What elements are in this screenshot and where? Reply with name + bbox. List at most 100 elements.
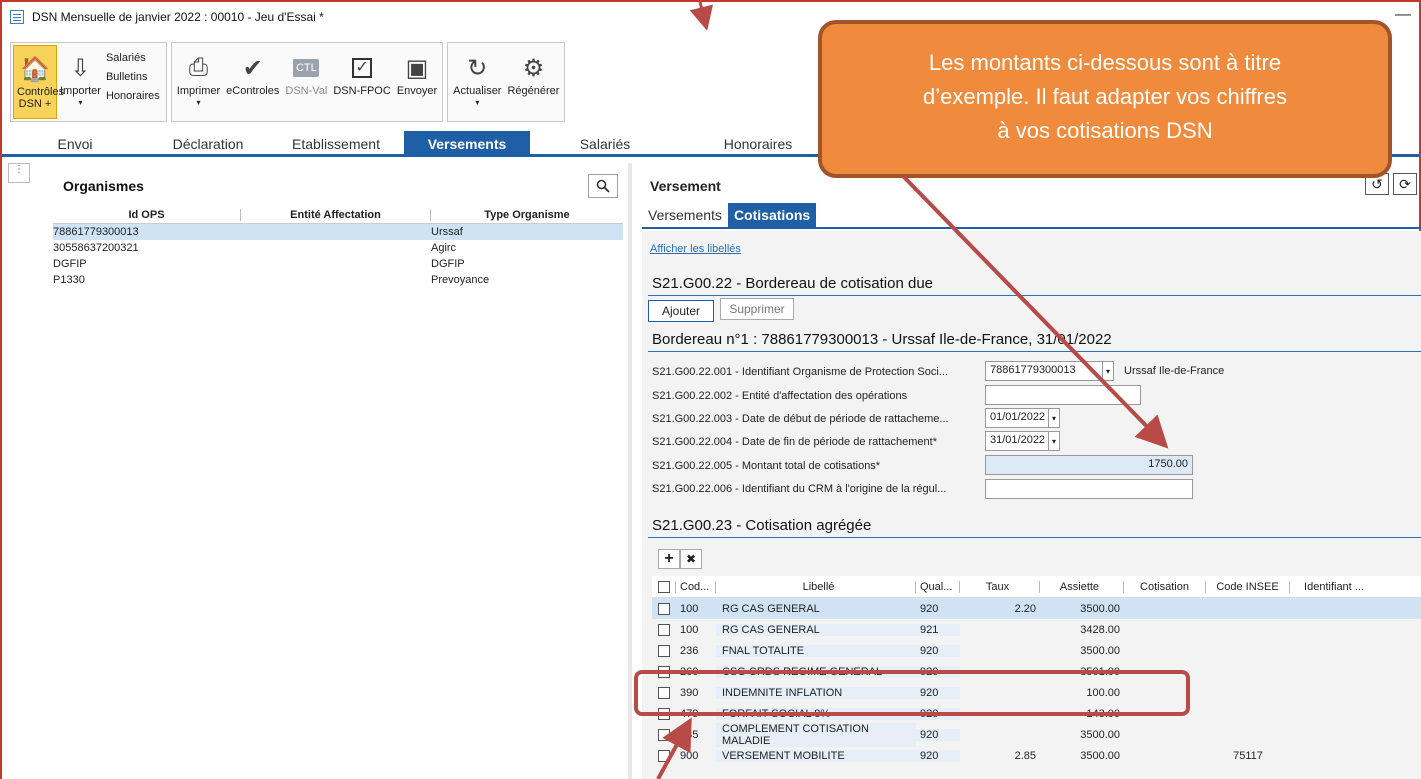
chevron-down-icon: ▾ [196, 98, 201, 107]
imprimer-button[interactable]: ⎙ Imprimer ▾ [174, 45, 223, 111]
callout-line: d’exemple. Il faut adapter vos chiffres [922, 84, 1287, 109]
table-cell: 2.20 [1014, 602, 1036, 615]
row-checkbox[interactable] [658, 749, 670, 762]
sublist-bulletins[interactable]: Bulletins [106, 68, 160, 87]
table-row[interactable]: 100 RG CAS GENERAL 920 2.20 3500.00 [652, 598, 1421, 619]
chevron-down-icon[interactable]: ▾ [1102, 361, 1114, 381]
printer-icon: ⎙ [188, 54, 209, 81]
table-row[interactable]: 78861779300013 Urssaf [53, 224, 623, 240]
table-cell: VERSEMENT MOBILITE [716, 749, 916, 762]
ribbon-group-actions: ⎙ Imprimer ▾ ✔ eControles CTL DSN-Val ✓ … [170, 42, 444, 122]
afficher-libelles-link[interactable]: Afficher les libellés [650, 243, 741, 255]
gear-icon: ⚙ [522, 54, 545, 82]
callout-line: à vos cotisations DSN [997, 118, 1213, 143]
tab-honoraires[interactable]: Honoraires [680, 131, 836, 154]
tab-versements-sub[interactable]: Versements [642, 203, 728, 227]
row-checkbox[interactable] [658, 728, 670, 741]
row-checkbox[interactable] [658, 623, 670, 636]
tab-salaries[interactable]: Salariés [530, 131, 680, 154]
send-icon: ▣ [405, 54, 429, 82]
divider [648, 537, 1421, 538]
search-icon [596, 179, 610, 193]
chevron-down-icon[interactable]: ▾ [1048, 408, 1060, 428]
table-cell: COMPLEMENT COTISATION MALADIE [716, 722, 916, 747]
sublist-salaries[interactable]: Salariés [106, 49, 160, 68]
date-fin-field[interactable]: 31/01/2022 [985, 431, 1049, 451]
table-row[interactable]: 635 COMPLEMENT COTISATION MALADIE 920 3500.… [652, 722, 1421, 747]
search-button[interactable] [588, 174, 618, 198]
ajouter-button[interactable]: Ajouter [648, 300, 714, 322]
column-header[interactable]: Libellé [716, 580, 916, 593]
column-header[interactable]: Cotisation [1124, 580, 1206, 593]
ribbon: 🏠 Contrôles DSN + ⇩ Importer ▾ Salariés … [10, 42, 569, 122]
minimize-icon[interactable]: — [1395, 6, 1411, 24]
dsn-fpoc-button[interactable]: ✓ DSN-FPOC [330, 45, 393, 99]
delete-row-button[interactable]: ✖ [680, 549, 702, 569]
regenerer-button[interactable]: ⚙ Régénérer [504, 45, 562, 99]
ctl-icon: CTL [293, 59, 320, 77]
document-icon [10, 10, 24, 24]
chevron-down-icon: ▾ [78, 98, 83, 107]
row-checkbox[interactable] [658, 602, 670, 615]
chevron-down-icon[interactable]: ▾ [1048, 431, 1060, 451]
importer-button[interactable]: ⇩ Importer ▾ [57, 45, 104, 111]
table-row[interactable]: 236 FNAL TOTALITE 920 3500.00 [652, 640, 1421, 661]
tab-envoi[interactable]: Envoi [2, 131, 148, 154]
actualiser-button[interactable]: ↻ Actualiser ▾ [450, 45, 504, 111]
field-label: S21.G00.22.005 - Montant total de cotisa… [652, 460, 881, 472]
tab-cotisations[interactable]: Cotisations [727, 203, 817, 227]
column-header[interactable]: Code INSEE [1206, 580, 1290, 593]
envoyer-button[interactable]: ▣ Envoyer [394, 45, 440, 99]
date-debut-field[interactable]: 01/01/2022 [985, 408, 1049, 428]
row-checkbox[interactable] [658, 644, 670, 657]
field-label: S21.G00.22.003 - Date de début de périod… [652, 413, 949, 425]
controles-dsn-button[interactable]: 🏠 Contrôles DSN + [13, 45, 64, 119]
panel-splitter[interactable] [628, 163, 632, 779]
crm-field[interactable] [985, 479, 1193, 499]
table-cell: RG CAS GENERAL [716, 623, 916, 636]
versement-subtabs: Versements Cotisations [642, 203, 1421, 229]
divider [648, 295, 1421, 296]
annotation-callout: Les montants ci-dessous sont à titre d’e… [818, 20, 1392, 178]
column-header[interactable]: Assiette [1040, 580, 1124, 593]
table-cell: 236 [680, 644, 699, 657]
econtroles-button[interactable]: ✔ eControles [223, 45, 282, 99]
table-row[interactable]: P1330 Prevoyance [53, 272, 623, 288]
table-cell: 100 [680, 623, 699, 636]
refresh-icon[interactable]: ⟳ [1393, 173, 1417, 195]
organismes-title: Organismes [63, 178, 144, 194]
table-row[interactable]: 900 VERSEMENT MOBILITE 920 2.85 3500.00 75117 [652, 745, 1421, 766]
table-row[interactable]: 30558637200321 Agirc [53, 240, 623, 256]
column-header[interactable]: Cod... [676, 580, 716, 593]
tab-versements[interactable]: Versements [404, 131, 530, 154]
sublist-honoraires[interactable]: Honoraires [106, 87, 160, 106]
table-cell: 3500.00 [1080, 644, 1120, 657]
section-cotisation-title: S21.G00.23 - Cotisation agrégée [652, 517, 872, 534]
table-row[interactable]: 100 RG CAS GENERAL 921 3428.00 [652, 619, 1421, 640]
supprimer-button[interactable]: Supprimer [720, 298, 794, 320]
dsn-val-button[interactable]: CTL DSN-Val [282, 45, 330, 99]
select-all-checkbox[interactable] [657, 580, 670, 593]
table-cell: 900 [680, 749, 699, 762]
field-label: S21.G00.22.004 - Date de fin de période … [652, 436, 937, 448]
column-header[interactable]: Id OPS [53, 208, 241, 221]
table-cell: 920 [916, 749, 960, 762]
column-header[interactable]: Taux [960, 580, 1040, 593]
table-row[interactable]: DGFIP DGFIP [53, 256, 623, 272]
tab-declaration[interactable]: Déclaration [148, 131, 268, 154]
column-header[interactable]: Identifiant ... [1290, 581, 1378, 593]
column-header[interactable]: Entité Affectation [241, 208, 431, 221]
entite-affectation-field[interactable] [985, 385, 1141, 405]
column-header[interactable]: Type Organisme [431, 209, 623, 221]
add-row-button[interactable]: + [658, 549, 680, 569]
montant-total-field[interactable]: 1750.00 [985, 455, 1193, 475]
home-icon: 🏠 [20, 55, 50, 83]
divider [648, 351, 1421, 352]
table-cell: 635 [680, 728, 699, 741]
panel-grip[interactable]: ⋮ [8, 163, 30, 183]
table-cell: 3500.00 [1080, 728, 1120, 741]
organisme-id-field[interactable]: 78861779300013 [985, 361, 1103, 381]
window-title: DSN Mensuelle de janvier 2022 : 00010 - … [32, 10, 324, 24]
tab-etablissement[interactable]: Etablissement [268, 131, 404, 154]
column-header[interactable]: Qual... [916, 580, 960, 593]
